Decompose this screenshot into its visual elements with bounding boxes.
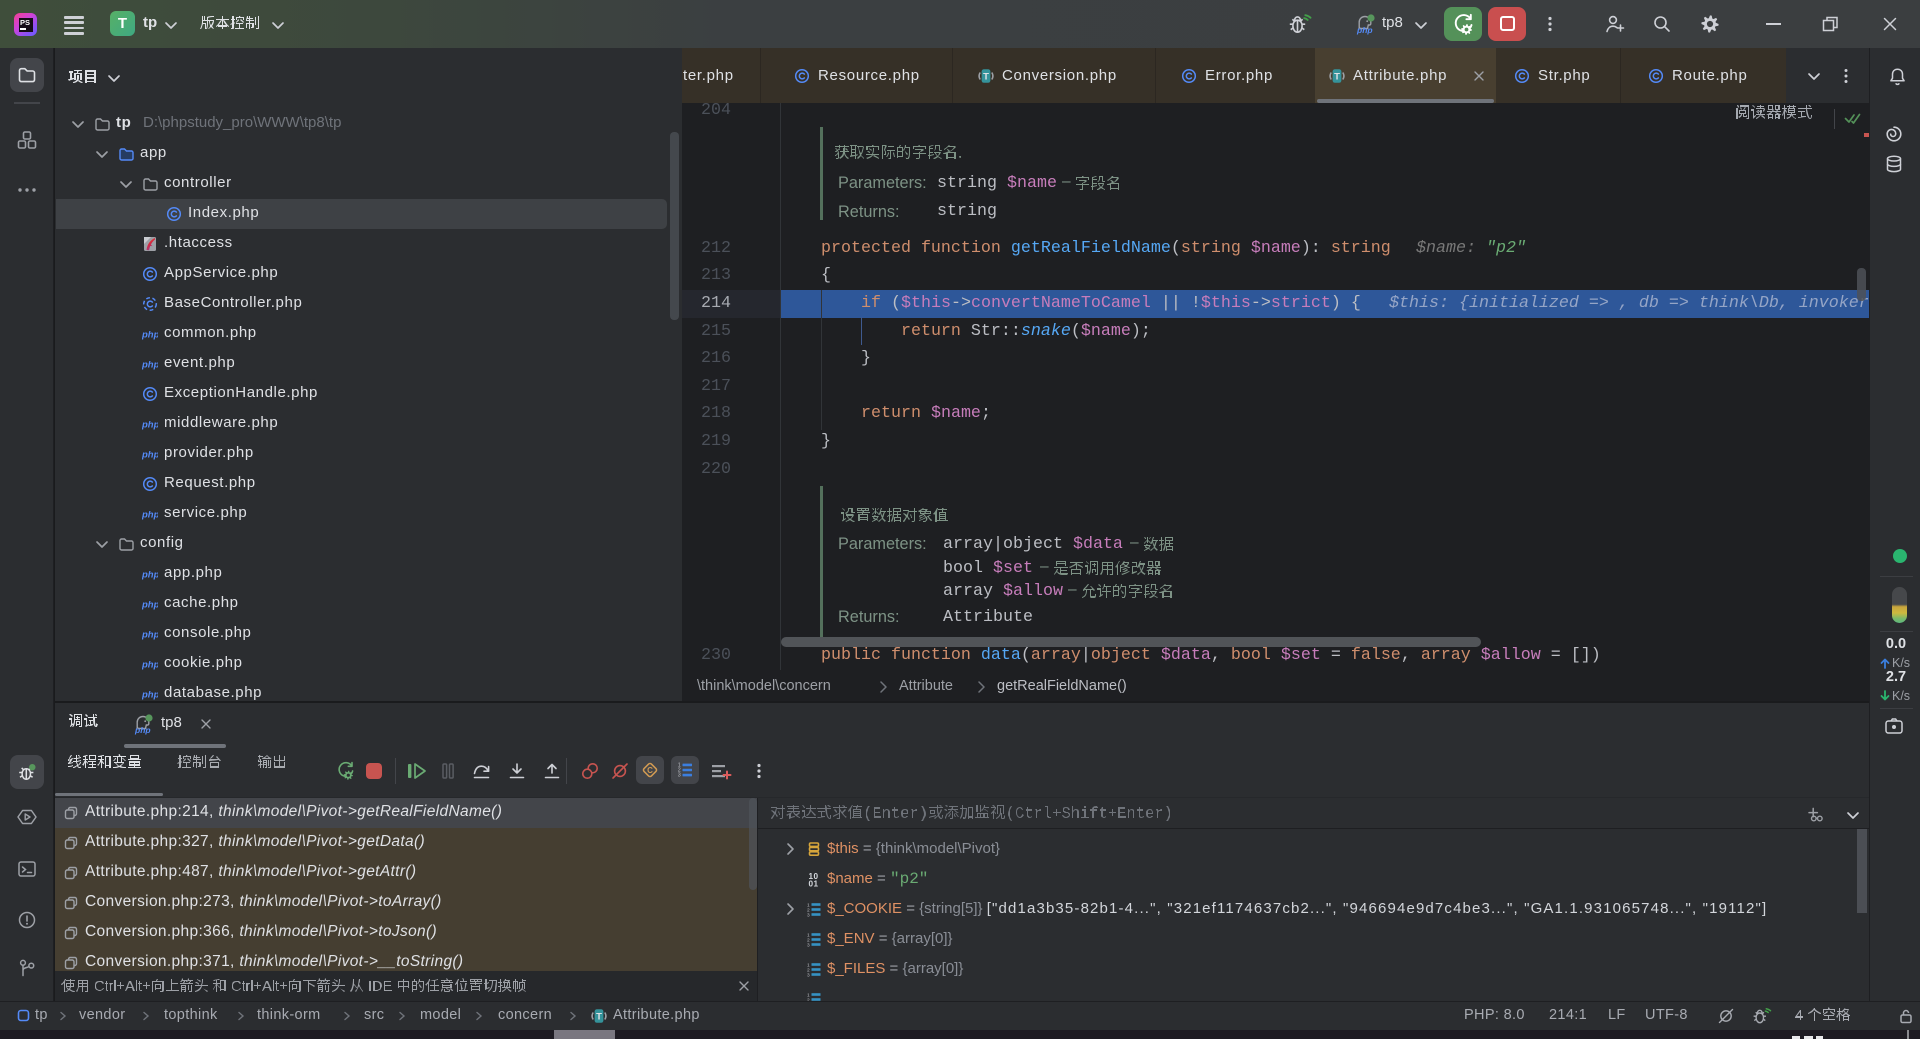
svg-text:php: php xyxy=(142,690,158,701)
svg-text:php: php xyxy=(1356,25,1373,35)
svg-text:php: php xyxy=(142,510,158,521)
svg-text:T: T xyxy=(1334,72,1340,83)
svg-text:php: php xyxy=(142,630,158,641)
svg-text:T: T xyxy=(983,72,989,83)
svg-text:php: php xyxy=(142,600,158,611)
svg-text:php: php xyxy=(142,570,158,581)
svg-text:3: 3 xyxy=(807,972,810,977)
svg-text:php: php xyxy=(142,360,158,371)
svg-text:C: C xyxy=(647,766,653,775)
svg-text:php: php xyxy=(142,330,158,341)
svg-text:3: 3 xyxy=(807,912,810,917)
svg-text:php: php xyxy=(134,725,151,735)
svg-text:01: 01 xyxy=(809,880,819,887)
svg-text:3: 3 xyxy=(807,942,810,947)
svg-text:php: php xyxy=(142,450,158,461)
svg-text:T: T xyxy=(596,1012,602,1023)
svg-text:php: php xyxy=(142,660,158,671)
svg-text:3: 3 xyxy=(678,773,681,779)
svg-text:php: php xyxy=(142,420,158,431)
